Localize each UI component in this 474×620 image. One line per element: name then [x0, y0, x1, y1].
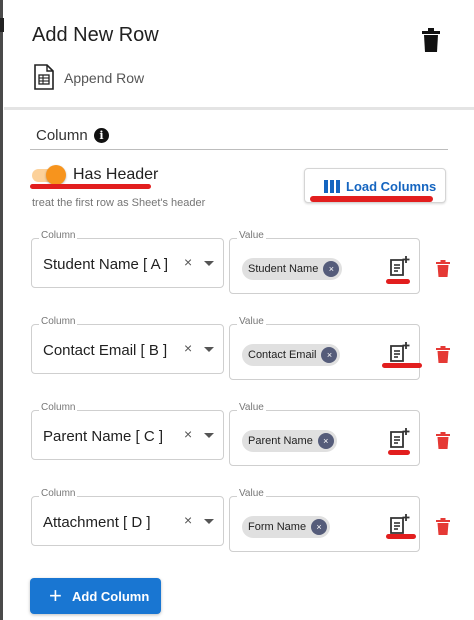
chevron-down-icon[interactable]	[204, 519, 214, 524]
chip-remove-icon[interactable]: ×	[323, 261, 340, 277]
action-subtitle: Append Row	[64, 70, 145, 86]
value-field-label: Value	[237, 316, 266, 327]
annotation-underline	[30, 184, 151, 189]
add-column-button[interactable]: + Add Column	[30, 578, 161, 614]
paste-plus-icon[interactable]	[390, 428, 410, 448]
column-field-label: Column	[39, 402, 78, 413]
value-chip-label: Contact Email	[248, 349, 317, 361]
mapping-row: Parent Name [ C ] × Column Parent Name ×…	[0, 402, 474, 470]
clear-icon[interactable]: ×	[184, 426, 192, 442]
value-field[interactable]: Form Name ×	[229, 496, 420, 552]
value-chip-label: Form Name	[248, 521, 307, 533]
chip-remove-icon[interactable]: ×	[321, 347, 338, 363]
columns-icon	[324, 180, 341, 193]
trash-icon[interactable]	[436, 432, 450, 449]
has-header-label: Has Header	[73, 166, 159, 183]
plus-icon: +	[49, 583, 62, 608]
info-icon[interactable]: i	[94, 128, 109, 143]
column-field-label: Column	[39, 230, 78, 241]
value-field-label: Value	[237, 402, 266, 413]
has-header-helper-text: treat the first row as Sheet's header	[32, 197, 206, 209]
paste-plus-icon[interactable]	[390, 256, 410, 276]
mapping-row: Attachment [ D ] × Column Form Name × Va…	[0, 488, 474, 556]
chip-remove-icon[interactable]: ×	[311, 519, 328, 535]
load-columns-label: Load Columns	[346, 179, 437, 194]
clear-icon[interactable]: ×	[184, 340, 192, 356]
dialog-header: Add New Row Append Row	[4, 0, 474, 108]
column-field-label: Column	[39, 316, 78, 327]
clear-icon[interactable]: ×	[184, 254, 192, 270]
chip-remove-icon[interactable]: ×	[317, 433, 334, 449]
value-chip: Student Name ×	[242, 258, 343, 280]
paste-plus-icon[interactable]	[390, 342, 410, 362]
section-divider	[30, 149, 448, 150]
column-select[interactable]: Contact Email [ B ] ×	[31, 324, 224, 374]
value-field[interactable]: Contact Email ×	[229, 324, 420, 380]
column-select[interactable]: Parent Name [ C ] ×	[31, 410, 224, 460]
annotation-underline	[386, 279, 410, 284]
mapping-row: Student Name [ A ] × Column Student Name…	[0, 230, 474, 298]
trash-icon[interactable]	[436, 518, 450, 535]
has-header-toggle[interactable]	[32, 165, 66, 185]
value-chip-label: Student Name	[248, 263, 319, 275]
annotation-underline	[382, 363, 422, 368]
add-column-label: Add Column	[72, 589, 150, 604]
value-chip: Form Name ×	[242, 516, 331, 538]
chevron-down-icon[interactable]	[204, 261, 214, 266]
column-select-value: Contact Email [ B ]	[43, 342, 168, 359]
trash-icon[interactable]	[436, 346, 450, 363]
mapping-row: Contact Email [ B ] × Column Contact Ema…	[0, 316, 474, 384]
sheet-icon	[34, 64, 54, 90]
column-section-label: Column	[36, 127, 88, 144]
column-select-value: Parent Name [ C ]	[43, 428, 164, 445]
column-select[interactable]: Attachment [ D ] ×	[31, 496, 224, 546]
annotation-underline	[388, 450, 410, 455]
annotation-underline	[310, 196, 433, 202]
value-field-label: Value	[237, 488, 266, 499]
value-field-label: Value	[237, 230, 266, 241]
toggle-knob	[46, 165, 66, 185]
trash-icon[interactable]	[436, 260, 450, 277]
column-select-value: Attachment [ D ]	[43, 514, 151, 531]
column-select[interactable]: Student Name [ A ] ×	[31, 238, 224, 288]
annotation-underline	[386, 534, 416, 539]
page-title: Add New Row	[32, 24, 159, 46]
clear-icon[interactable]: ×	[184, 512, 192, 528]
value-field[interactable]: Student Name ×	[229, 238, 420, 294]
chevron-down-icon[interactable]	[204, 433, 214, 438]
column-select-value: Student Name [ A ]	[43, 256, 169, 273]
header-divider	[4, 107, 474, 110]
chevron-down-icon[interactable]	[204, 347, 214, 352]
trash-icon[interactable]	[420, 28, 442, 52]
paste-plus-icon[interactable]	[390, 514, 410, 534]
value-field[interactable]: Parent Name ×	[229, 410, 420, 466]
value-chip: Parent Name ×	[242, 430, 337, 452]
value-chip-label: Parent Name	[248, 435, 313, 447]
column-field-label: Column	[39, 488, 78, 499]
value-chip: Contact Email ×	[242, 344, 341, 366]
